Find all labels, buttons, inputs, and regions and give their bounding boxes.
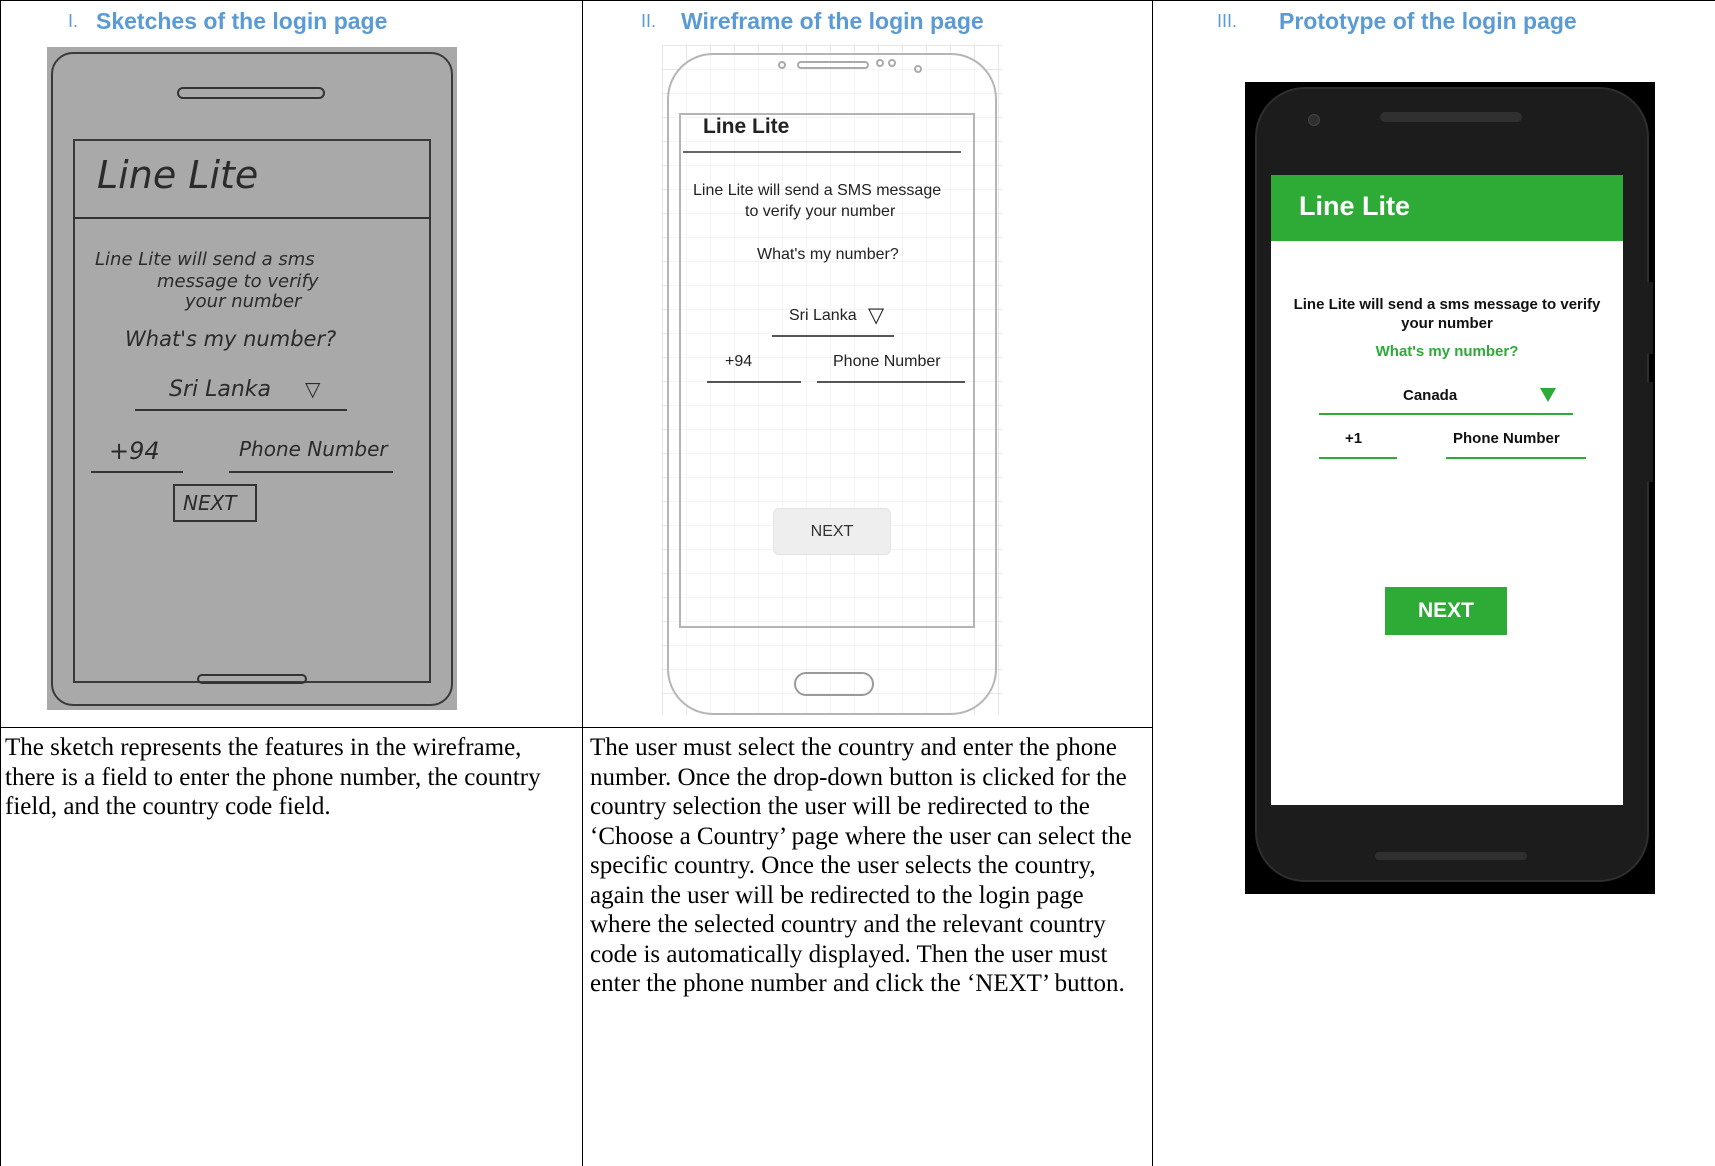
sketch-country-underline: [135, 409, 347, 411]
sketch-question: What's my number?: [125, 327, 337, 351]
prototype-question: What's my number?: [1375, 343, 1519, 360]
sketch-home-bar: [197, 674, 307, 684]
sketch-phone-label: Phone Number: [239, 437, 388, 461]
sketch-code-underline: [91, 471, 183, 473]
wireframe-app-title: Line Lite: [703, 115, 790, 138]
wireframe-country-underline: [772, 335, 894, 337]
sketch-app-title: Line Lite: [97, 153, 259, 197]
column-title: Prototype of the login page: [1279, 7, 1577, 34]
sketch-speaker: [177, 87, 325, 99]
table-border-left: [0, 0, 1, 1166]
wireframe-question: What's my number?: [757, 246, 899, 263]
wireframe-title-divider: [683, 151, 961, 153]
prototype-bottom-bar: [1375, 852, 1527, 860]
wireframe-camera: [778, 61, 786, 69]
sketch-next: NEXT: [183, 491, 237, 515]
wireframe-speaker: [797, 61, 869, 69]
wireframe-code-underline: [707, 381, 801, 383]
sketch-title-divider: [73, 217, 431, 219]
column-title: Sketches of the login page: [96, 7, 388, 34]
prototype-country-underline: [1319, 413, 1573, 415]
sketch-screen: [73, 139, 431, 683]
sketch-phone-underline: [229, 471, 393, 473]
prototype-side-button: [1647, 282, 1653, 354]
table-divider-col1: [582, 0, 583, 1166]
prototype-image: Line Lite Line Lite will send a sms mess…: [1245, 82, 1655, 894]
wireframe-message-line2: to verify your number: [745, 203, 896, 220]
sketch-country: Sri Lanka: [169, 377, 272, 402]
column-number: III.: [1217, 10, 1238, 31]
prototype-speaker: [1380, 112, 1522, 122]
prototype-phone-underline: [1446, 457, 1586, 459]
wireframe-phone-underline: [817, 381, 965, 383]
sketch-description: The sketch represents the features in th…: [5, 734, 541, 820]
wireframe-description: The user must select the country and ent…: [590, 734, 1132, 997]
wireframe-dropdown-icon[interactable]: ▽: [868, 303, 884, 328]
table-divider-col2: [1152, 0, 1153, 1166]
prototype-next-button[interactable]: NEXT: [1385, 587, 1507, 635]
wireframe-phone-label[interactable]: Phone Number: [833, 353, 941, 371]
sketch-image: Line Lite Line Lite will send a sms mess…: [47, 47, 457, 710]
wireframe-country[interactable]: Sri Lanka: [789, 307, 857, 325]
wireframe-code[interactable]: +94: [725, 353, 752, 371]
column-title: Wireframe of the login page: [681, 7, 984, 34]
column-number: II.: [641, 10, 657, 31]
prototype-message-line1: Line Lite will send a sms message to ver…: [1293, 296, 1601, 313]
sketch-code: +94: [109, 437, 160, 465]
sketch-dropdown-icon: ▽: [305, 377, 321, 401]
table-row-divider: [0, 727, 1153, 728]
prototype-app-title: Line Lite: [1299, 191, 1411, 221]
column-header-sketch: I. Sketches of the login page: [0, 0, 582, 42]
prototype-screen: Line Lite Line Lite will send a sms mess…: [1271, 175, 1623, 805]
prototype-side-button: [1647, 382, 1653, 482]
sketch-message-line1: Line Lite will send a sms: [95, 249, 315, 270]
sketch-message-line3: your number: [185, 291, 302, 312]
column-number: I.: [68, 10, 79, 31]
wireframe-image: Line Lite Line Lite will send a SMS mess…: [662, 45, 1002, 715]
sketch-message-line2: message to verify: [157, 271, 319, 292]
prototype-camera: [1308, 114, 1320, 126]
prototype-dropdown-icon[interactable]: [1540, 388, 1556, 402]
prototype-code[interactable]: +1: [1345, 430, 1362, 447]
prototype-country[interactable]: Canada: [1403, 387, 1457, 404]
prototype-phone-label[interactable]: Phone Number: [1453, 430, 1560, 447]
prototype-code-underline: [1319, 457, 1397, 459]
wireframe-camera: [876, 59, 884, 67]
wireframe-camera: [888, 59, 896, 67]
column-header-wireframe: II. Wireframe of the login page: [583, 0, 1152, 42]
wireframe-home-button: [794, 672, 874, 696]
wireframe-next-button[interactable]: NEXT: [773, 508, 891, 555]
prototype-message-line2: your number: [1401, 315, 1493, 332]
wireframe-camera: [914, 65, 922, 73]
column-header-prototype: III. Prototype of the login page: [1153, 0, 1715, 42]
wireframe-message-line1: Line Lite will send a SMS message: [693, 182, 942, 199]
